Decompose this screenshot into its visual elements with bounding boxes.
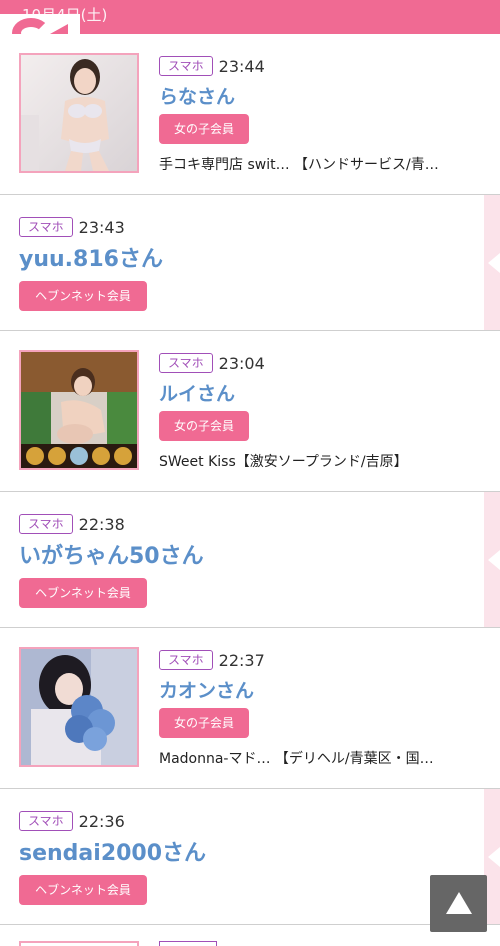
access-list: スマホ 23:44 らなさん 女の子会員 手コキ専門店 swit… 【ハンドサー… (0, 34, 500, 925)
girl-photo[interactable] (19, 350, 139, 470)
shop-name[interactable]: SWeet Kiss【激安ソープランド/吉原】 (159, 451, 408, 471)
access-time: 23:04 (218, 353, 265, 373)
list-item[interactable]: スマホ 23:04 ルイさん 女の子会員 SWeet Kiss【激安ソープランド… (0, 331, 500, 492)
girl-photo[interactable] (19, 53, 139, 173)
shop-name[interactable]: 手コキ専門店 swit… 【ハンドサービス/青… (159, 154, 439, 174)
access-time: 23:44 (218, 56, 265, 76)
access-time: 22:38 (78, 514, 125, 534)
member-type-badge: 女の子会員 (159, 411, 249, 441)
girl-photo[interactable] (19, 647, 139, 767)
member-type-badge: ヘブンネット会員 (19, 281, 147, 311)
access-time: 22:36 (78, 811, 125, 831)
member-name[interactable]: らなさん (159, 84, 439, 110)
device-badge: スマホ (19, 217, 73, 237)
member-type-badge: 女の子会員 (159, 114, 249, 144)
access-time: 23:43 (78, 217, 125, 237)
scroll-to-top-button[interactable] (430, 875, 487, 932)
member-type-badge: 女の子会員 (159, 708, 249, 738)
list-item[interactable]: スマホ 23:43 yuu.816さん ヘブンネット会員 (0, 195, 500, 331)
list-item[interactable]: スマホ 22:36 sendai2000さん ヘブンネット会員 (0, 789, 500, 925)
arrow-up-icon (446, 892, 472, 914)
member-name[interactable]: sendai2000さん (19, 839, 206, 869)
access-time: 22:37 (218, 650, 265, 670)
list-item[interactable]: スマホ 22:38 いがちゃん50さん ヘブンネット会員 (0, 492, 500, 628)
device-badge: スマホ (159, 353, 213, 373)
device-badge (159, 941, 217, 946)
device-badge: スマホ (159, 56, 213, 76)
member-name[interactable]: yuu.816さん (19, 245, 163, 275)
member-name[interactable]: ルイさん (159, 381, 408, 407)
device-badge: スマホ (19, 811, 73, 831)
device-badge: スマホ (19, 514, 73, 534)
side-strip (484, 492, 500, 627)
list-item[interactable]: スマホ 22:37 カオンさん 女の子会員 Madonna-マド… 【デリヘル/… (0, 628, 500, 789)
member-type-badge: ヘブンネット会員 (19, 578, 147, 608)
list-item-partial (0, 941, 500, 946)
member-name[interactable]: カオンさん (159, 678, 434, 704)
side-strip (484, 195, 500, 330)
device-badge: スマホ (159, 650, 213, 670)
girl-photo (19, 941, 139, 946)
member-name[interactable]: いがちゃん50さん (19, 542, 204, 572)
shop-name[interactable]: Madonna-マド… 【デリヘル/青葉区・国… (159, 748, 434, 768)
list-item[interactable]: スマホ 23:44 らなさん 女の子会員 手コキ専門店 swit… 【ハンドサー… (0, 34, 500, 195)
member-type-badge: ヘブンネット会員 (19, 875, 147, 905)
